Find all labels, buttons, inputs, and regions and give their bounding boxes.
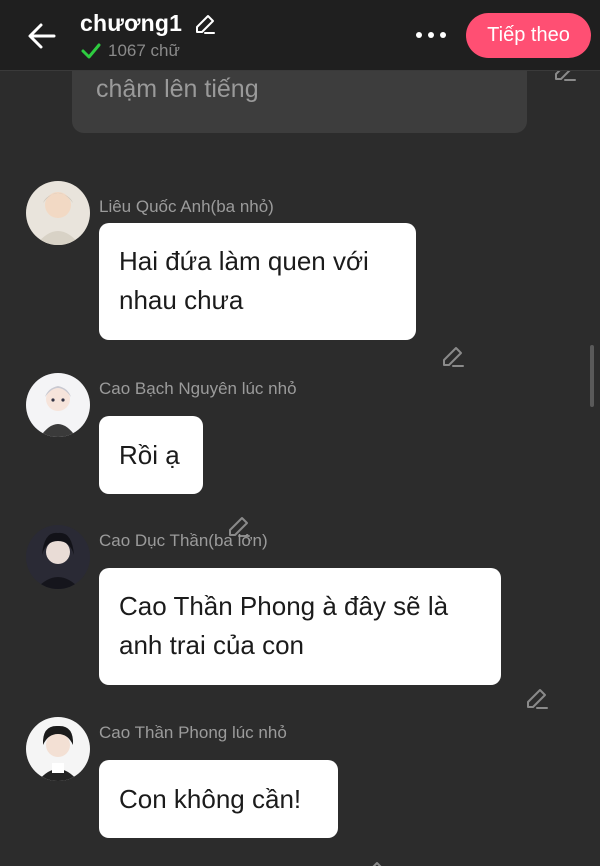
sender-name: Cao Bạch Nguyên lúc nhỏ xyxy=(99,379,297,398)
word-count-text: 1067 chữ xyxy=(108,41,180,60)
back-arrow-icon[interactable] xyxy=(24,18,60,54)
chat-content[interactable]: chậm lên tiếng Liêu Quốc Anh(ba nhỏ) Hai… xyxy=(0,71,600,866)
message-bubble[interactable]: Con không cần! xyxy=(99,760,338,838)
edit-icon[interactable] xyxy=(552,71,578,83)
message-line: anh trai của con xyxy=(119,630,305,660)
chapter-title[interactable]: chương1 xyxy=(80,10,182,37)
message-bubble[interactable]: Cao Thần Phong à đây sẽ là anh trai của … xyxy=(99,568,501,685)
avatar[interactable] xyxy=(26,717,90,781)
message-line: Cao Thần Phong à đây sẽ là xyxy=(119,591,449,621)
message-line: Con không cần! xyxy=(119,784,302,814)
sender-name: Liêu Quốc Anh(ba nhỏ) xyxy=(99,197,274,216)
message-bubble[interactable]: Rồi ạ xyxy=(99,416,203,494)
edit-icon[interactable] xyxy=(524,685,550,711)
previous-message-text: chậm lên tiếng xyxy=(96,75,259,103)
avatar[interactable] xyxy=(26,525,90,589)
more-options-icon[interactable] xyxy=(416,26,456,44)
check-icon xyxy=(81,43,101,59)
message-line: Rồi ạ xyxy=(119,440,180,470)
avatar[interactable] xyxy=(26,181,90,245)
top-bar: chương1 1067 chữ Tiếp theo xyxy=(0,0,600,71)
scrollbar[interactable] xyxy=(590,345,594,407)
message-line: nhau chưa xyxy=(119,285,244,315)
sender-name: Cao Thần Phong lúc nhỏ xyxy=(99,723,287,742)
sender-name: Cao Dục Thần(ba lớn) xyxy=(99,531,268,550)
message-line: Hai đứa làm quen với xyxy=(119,246,369,276)
next-button[interactable]: Tiếp theo xyxy=(466,13,591,58)
message-bubble[interactable]: Hai đứa làm quen với nhau chưa xyxy=(99,223,416,340)
edit-icon[interactable] xyxy=(440,343,466,369)
word-count: 1067 chữ xyxy=(80,40,180,62)
edit-icon[interactable] xyxy=(361,858,387,866)
avatar[interactable] xyxy=(26,373,90,437)
edit-title-icon[interactable] xyxy=(193,12,217,36)
